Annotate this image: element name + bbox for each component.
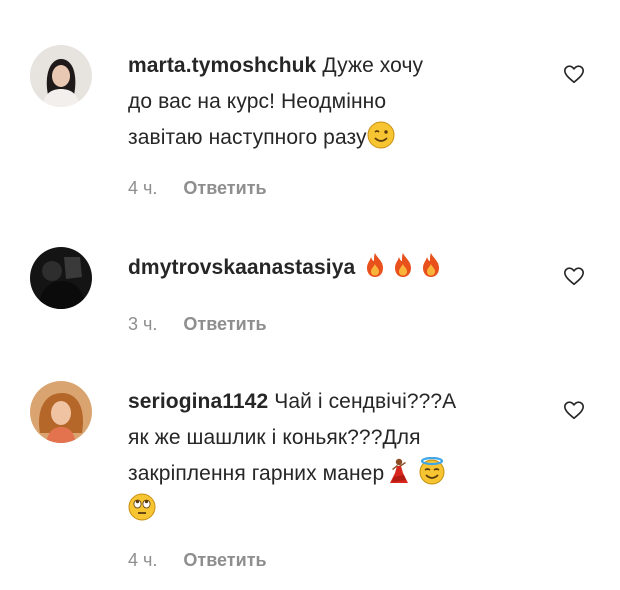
reply-button[interactable]: Ответить xyxy=(183,550,266,570)
comment-line: як же шашлик і коньяк???Для xyxy=(128,426,421,449)
halo-face-emoji xyxy=(418,457,446,485)
timestamp: 4 ч. xyxy=(128,550,158,570)
comment-line: закріплення гарних манер xyxy=(128,462,385,485)
dancer-emoji xyxy=(384,457,412,485)
comment-text: seriogina1142 Чай і сендвічі???А як же ша… xyxy=(128,384,528,528)
eye-roll-emoji xyxy=(128,493,156,521)
comment-line: Чай і сендвічі???А xyxy=(274,390,457,413)
like-heart-icon[interactable] xyxy=(563,399,585,421)
avatar[interactable] xyxy=(30,381,92,443)
username[interactable]: seriogina1142 xyxy=(128,390,268,413)
comment-meta: 4 ч. Ответить xyxy=(128,550,267,571)
comment-item: seriogina1142 Чай і сендвічі???А як же ша… xyxy=(0,0,620,590)
